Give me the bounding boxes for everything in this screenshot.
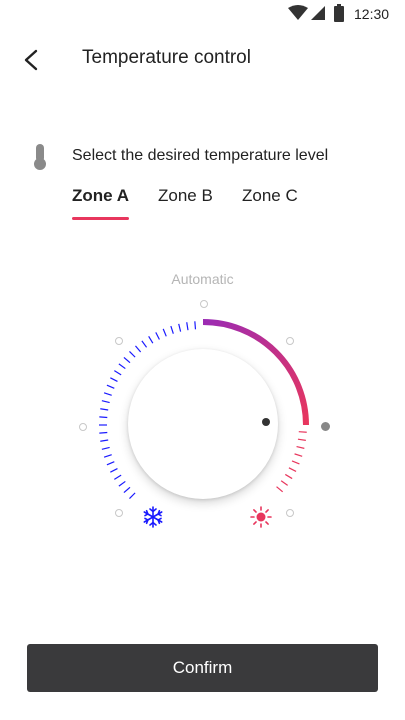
cold-tick: [123, 357, 131, 364]
cold-tick: [110, 468, 118, 473]
cold-tick: [170, 325, 174, 334]
cold-tick: [118, 480, 126, 487]
signal-icon: [311, 6, 325, 20]
cold-tick: [135, 345, 142, 353]
cold-tick: [100, 439, 109, 442]
hot-tick: [294, 453, 303, 457]
cold-tick: [101, 446, 110, 450]
preset-top[interactable]: [200, 300, 208, 308]
knob-indicator: [262, 418, 270, 426]
cold-tick: [99, 431, 108, 434]
tab-label: Zone C: [242, 186, 298, 205]
tab-zone-b[interactable]: Zone B: [158, 186, 213, 214]
active-tab-indicator: [72, 217, 129, 220]
hot-tick: [280, 480, 289, 486]
snowflake-icon: [143, 506, 163, 528]
tab-zone-c[interactable]: Zone C: [242, 186, 298, 214]
hot-tick: [297, 438, 306, 441]
cold-tick: [100, 408, 109, 411]
sun-icon: [250, 506, 272, 528]
preset-left[interactable]: [79, 423, 87, 431]
prompt-row: Select the desired temperature level: [30, 140, 390, 172]
status-bar: 12:30: [0, 0, 405, 28]
cold-tick: [118, 363, 126, 370]
cold-tick: [148, 336, 154, 344]
cold-tick: [194, 321, 197, 330]
cold-tick: [106, 461, 115, 466]
cold-tick: [186, 322, 189, 331]
prompt-text: Select the desired temperature level: [72, 147, 329, 164]
cold-tick: [99, 416, 108, 419]
tab-zone-a[interactable]: Zone A: [72, 186, 129, 220]
cold-tick: [178, 323, 182, 332]
thermometer-icon: [34, 144, 46, 170]
preset-upper-left[interactable]: [115, 337, 123, 345]
preset-right-selected[interactable]: [321, 422, 330, 431]
mode-label: Automatic: [171, 271, 234, 287]
cold-tick: [129, 492, 136, 499]
hot-tick: [288, 467, 297, 472]
battery-icon: [334, 4, 344, 22]
hot-tick: [284, 473, 293, 480]
hot-tick: [298, 431, 307, 433]
preset-upper-right[interactable]: [286, 337, 294, 345]
hot-tick: [291, 460, 300, 465]
hot-tick: [276, 486, 284, 493]
tab-label: Zone B: [158, 186, 213, 205]
cold-tick: [141, 340, 148, 348]
cold-tick: [103, 392, 112, 396]
cold-tick: [103, 454, 112, 458]
temperature-dial[interactable]: [0, 290, 405, 540]
preset-lower-right[interactable]: [286, 509, 294, 517]
cold-tick: [106, 384, 115, 389]
cold-tick: [110, 377, 118, 382]
confirm-button[interactable]: Confirm: [27, 644, 378, 692]
cold-tick: [129, 351, 136, 358]
wifi-icon: [288, 5, 308, 20]
cold-tick: [114, 370, 122, 376]
cold-tick: [162, 328, 167, 337]
status-time: 12:30: [354, 6, 390, 22]
cold-tick: [123, 486, 131, 493]
cold-tick: [155, 332, 160, 340]
cold-tick: [114, 474, 122, 480]
dial-knob[interactable]: [128, 349, 278, 499]
tab-label: Zone A: [72, 186, 129, 205]
app-bar: Temperature control: [0, 30, 405, 86]
preset-lower-left[interactable]: [115, 509, 123, 517]
cold-tick: [101, 400, 110, 404]
zone-tabs: Zone A Zone B Zone C: [72, 186, 372, 226]
back-arrow-icon[interactable]: [18, 46, 46, 74]
page-title: Temperature control: [82, 47, 251, 68]
hot-tick: [296, 446, 305, 449]
